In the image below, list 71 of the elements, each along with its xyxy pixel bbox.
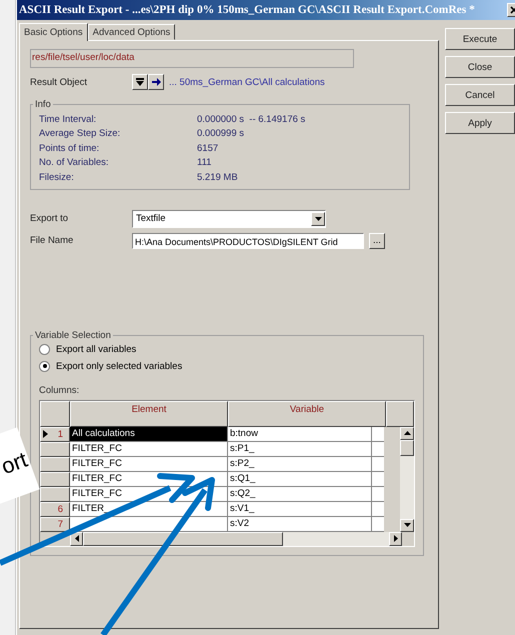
scroll-down-button[interactable] <box>400 518 414 532</box>
row-header[interactable]: 6 <box>40 502 70 516</box>
row-number: 1 <box>58 428 63 440</box>
corner-header-cell <box>40 400 70 426</box>
info-label: Time Interval: <box>39 114 98 125</box>
table-cell: s:P1_ <box>228 442 372 456</box>
horizontal-scrollbar[interactable] <box>70 532 402 546</box>
dialog-button[interactable]: Close <box>445 56 515 78</box>
info-label: Average Step Size: <box>39 128 122 140</box>
group-title: Variable Selection <box>34 330 112 340</box>
dropdown-button[interactable] <box>132 74 148 90</box>
scroll-up-icon <box>404 431 410 435</box>
radio-label[interactable]: Export only selected variables <box>56 360 182 372</box>
tab[interactable]: Advanced Options <box>88 24 176 40</box>
caret-icon <box>314 216 322 220</box>
path-field[interactable]: res/file/tsel/user/loc/data <box>30 49 354 68</box>
empty-header-cell <box>386 400 414 426</box>
arrow-right-icon <box>152 78 160 86</box>
info-value: 0.000000 s -- 6.149176 s <box>197 114 306 125</box>
row-header[interactable] <box>40 456 70 472</box>
info-value: 5.219 MB <box>197 172 238 183</box>
scroll-left-icon <box>74 535 78 542</box>
info-label: Filesize: <box>39 172 75 183</box>
table-cell: FILTER_FC <box>70 442 228 456</box>
radio-label[interactable]: Export all variables <box>56 344 136 354</box>
info-value: 0.000999 s <box>197 128 244 140</box>
vertical-scrollbar[interactable] <box>400 426 414 532</box>
scroll-right-icon <box>394 535 398 542</box>
group-title: Info <box>34 99 52 110</box>
column-header[interactable]: Variable <box>228 400 386 426</box>
row-header[interactable] <box>40 442 70 456</box>
dialog-button[interactable]: Execute <box>445 28 515 50</box>
info-value: 6157 <box>197 142 218 154</box>
dialog-button[interactable]: Apply <box>445 112 515 134</box>
table-cell: b:tnow <box>228 426 372 442</box>
info-label: No. of Variables: <box>39 157 110 168</box>
field-label: Export to <box>30 213 70 224</box>
table-cell: s:P2_ <box>228 456 372 472</box>
field-label: File Name <box>30 235 74 246</box>
table-cell: s:Q1_ <box>228 472 372 486</box>
row-number: 7 <box>58 518 63 530</box>
caret-icon <box>135 77 145 87</box>
table-cell: s:Q2_ <box>228 486 372 502</box>
table-cell: s:V1_ <box>228 502 372 516</box>
row-header[interactable]: 1 <box>40 426 70 442</box>
info-label: Points of time: <box>39 142 100 154</box>
row-header[interactable] <box>40 486 70 502</box>
row-number: 6 <box>58 504 63 514</box>
scroll-right-button[interactable] <box>389 532 402 546</box>
field-label: Result Object <box>30 76 88 88</box>
radio-button[interactable] <box>39 360 50 372</box>
annotation-text: ort <box>0 446 32 480</box>
result-object-value[interactable]: ... 50ms_German GC\All calculations <box>169 76 325 88</box>
scroll-down-icon <box>404 523 410 527</box>
radio-button[interactable] <box>39 344 50 354</box>
table-cell: All calculations <box>70 426 228 442</box>
export-to-dropdown[interactable]: Textfile <box>132 210 326 228</box>
tab[interactable]: Basic Options <box>19 23 88 41</box>
columns-label: Columns: <box>39 384 80 398</box>
info-value: 111 <box>197 157 212 168</box>
table-cell: FILTER_FC <box>70 456 228 472</box>
table-cell: s:V2 <box>228 516 372 532</box>
dialog-button[interactable]: Cancel <box>445 84 515 106</box>
file-name-field[interactable]: H:\Ana Documents\PRODUCTOS\DIgSILENT Grid <box>132 232 364 248</box>
jump-button[interactable] <box>148 74 164 90</box>
browse-button[interactable]: ... <box>369 232 385 248</box>
scroll-up-button[interactable] <box>400 426 414 440</box>
window-title: ASCII Result Export - ...es\2PH dip 0% 150ms_German GC\ASCII Result Export.ComRes * <box>19 4 476 16</box>
column-header[interactable]: Element <box>70 400 228 426</box>
scroll-thumb[interactable] <box>400 440 414 456</box>
row-header[interactable] <box>40 472 70 486</box>
